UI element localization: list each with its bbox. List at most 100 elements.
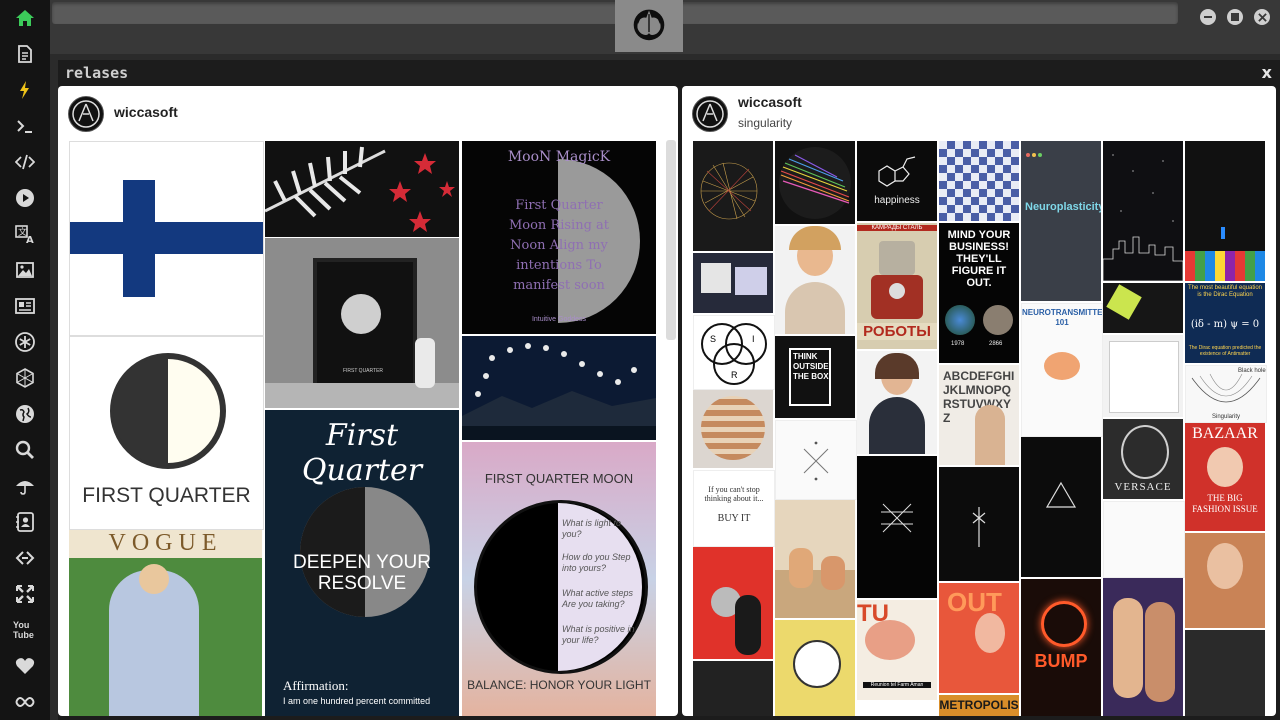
nz-flag-tile[interactable]	[265, 141, 459, 237]
globe-icon[interactable]	[13, 402, 37, 426]
sir-venn-tile[interactable]: S I R	[693, 315, 775, 390]
neurotransmitters-text: NEUROTRANSMITTERS 101	[1022, 308, 1103, 327]
chart-glyphs-tile[interactable]	[1103, 501, 1185, 578]
vogue-cover-tile[interactable]: VOGUE	[69, 530, 262, 716]
dark-sketch-tile[interactable]	[1185, 630, 1265, 716]
scrollbar[interactable]	[666, 140, 676, 340]
beach-retro-tile[interactable]	[775, 500, 855, 618]
robots-text: РОБОТЫ	[857, 323, 937, 340]
think-outside-box-tile[interactable]: THINK OUTSIDE THE BOX	[775, 336, 855, 418]
chess-board-tile[interactable]	[939, 141, 1019, 221]
newspaper-tile[interactable]	[1103, 335, 1183, 417]
vogue-portrait-tile[interactable]	[775, 226, 855, 334]
alphabet-faces-tile[interactable]: ABCDEFGHIJKLMNOPQRSTUVWXYZ	[939, 365, 1019, 465]
protest-signs-tile[interactable]	[693, 253, 773, 313]
youtube-label: You Tube	[13, 620, 34, 640]
buy-it-tile[interactable]: If you can't stop thinking about it... B…	[693, 470, 775, 547]
red-atom-tile[interactable]	[693, 547, 773, 659]
asterisk-icon[interactable]	[13, 330, 37, 354]
robots-poster-tile[interactable]: КАМРАДЫ СТАЛЬ РОБОТЫ	[857, 223, 937, 349]
minimal-x-tile[interactable]	[775, 420, 857, 500]
framed-poster-tile[interactable]: FIRST QUARTER	[265, 238, 459, 408]
first-quarter-affirmation-tile[interactable]: First Quarter DEEPEN YOUR RESOLVE Affirm…	[265, 410, 459, 716]
bump-neon-tile[interactable]: BUMP	[1021, 579, 1101, 716]
versace-text: VERSACE	[1114, 481, 1172, 493]
search-icon[interactable]	[13, 438, 37, 462]
bump-text: BUMP	[1034, 651, 1088, 671]
author-name[interactable]: wiccasoft	[114, 104, 178, 120]
symbol-dark-tile[interactable]	[939, 467, 1019, 581]
venn-i: I	[752, 334, 755, 344]
first-quarter-tile[interactable]: FIRST QUARTER	[69, 336, 264, 530]
moon-magick-tile[interactable]: MooN MagicK First Quarter Moon Rising at…	[462, 141, 656, 334]
first-quarter-moon-journal-tile[interactable]: FIRST QUARTER MOON What is light to you?…	[462, 442, 656, 716]
maximize-button[interactable]	[1227, 9, 1243, 25]
gas-mask-poster-tile[interactable]	[775, 620, 855, 716]
contact-icon[interactable]	[13, 510, 37, 534]
metropolis-tile[interactable]: METROPOLIS	[939, 695, 1019, 716]
reunion-poster-tile[interactable]: TU Reunion tel Farm Aman	[857, 600, 937, 700]
dirac-equation: (iδ - m) ψ = 0	[1190, 319, 1260, 330]
black-hole-text: Black hole	[1238, 368, 1266, 374]
translate-icon[interactable]: 文A	[13, 222, 37, 246]
expand-icon[interactable]	[13, 582, 37, 606]
author-name[interactable]: wiccasoft	[738, 94, 802, 110]
bazaar-text: BAZAAR	[1192, 425, 1258, 442]
year-a: 1978	[951, 341, 965, 347]
happiness-molecule-tile[interactable]: happiness	[857, 141, 937, 221]
sidebar: 文A You Tube	[0, 0, 50, 720]
avatar[interactable]	[692, 96, 728, 132]
metropolis-text: METROPOLIS	[939, 698, 1019, 712]
redhead-portrait-tile[interactable]	[1185, 533, 1265, 628]
venn-r: R	[731, 370, 738, 380]
lightning-icon[interactable]	[13, 78, 37, 102]
panel-title: relases	[65, 64, 129, 82]
dark-lines-tile[interactable]	[857, 456, 937, 598]
news-icon[interactable]	[13, 294, 37, 318]
mind-your-business-tile[interactable]: MIND YOUR BUSINESS! THEY'LL FIGURE IT OU…	[939, 223, 1019, 363]
minimize-button[interactable]	[1200, 9, 1216, 25]
out-poster-tile[interactable]: OUT	[939, 583, 1019, 693]
jupiter-tile[interactable]	[693, 390, 773, 468]
finland-flag-tile[interactable]	[69, 141, 264, 336]
woman-portrait-tile[interactable]	[857, 351, 937, 454]
play-icon[interactable]	[13, 186, 37, 210]
fashion-text: THE BIG FASHION ISSUE	[1192, 493, 1258, 514]
heart-icon[interactable]	[13, 654, 37, 678]
link-icon[interactable]	[13, 546, 37, 570]
versace-tile[interactable]: VERSACE	[1103, 419, 1183, 499]
avatar[interactable]	[68, 96, 104, 132]
document-icon[interactable]	[13, 42, 37, 66]
image-icon[interactable]	[13, 258, 37, 282]
hexagon-icon[interactable]	[13, 366, 37, 390]
night-city-tile[interactable]	[1103, 141, 1183, 281]
hexagon-tile[interactable]	[1103, 283, 1183, 333]
home-icon[interactable]	[13, 6, 37, 30]
prism-quote-tile[interactable]	[1021, 437, 1101, 577]
rainbow-lines-tile[interactable]	[775, 141, 855, 224]
bikini-photo-tile[interactable]	[1103, 578, 1183, 716]
fq-question-1: What is light to you?	[562, 518, 622, 539]
code-icon[interactable]	[13, 150, 37, 174]
chinese-poster-tile[interactable]	[693, 661, 773, 716]
rebel-alliance-icon	[633, 9, 665, 41]
bazaar-cover-tile[interactable]: BAZAAR THE BIG FASHION ISSUE	[1185, 423, 1265, 531]
fq-question-2: How do you Step into yours?	[562, 552, 631, 573]
youtube-icon[interactable]: You Tube	[13, 618, 37, 642]
dirac-equation-tile[interactable]: The most beautiful equation is the Dirac…	[1185, 283, 1265, 363]
terminal-icon[interactable]	[13, 114, 37, 138]
neurotransmitters-tile[interactable]: NEUROTRANSMITTERS 101	[1021, 303, 1103, 437]
panel-close-button[interactable]: x	[1262, 63, 1272, 82]
tetris-tile[interactable]	[1185, 141, 1265, 281]
dirac-foot: The Dirac equation predicted the existen…	[1188, 345, 1262, 357]
close-window-button[interactable]	[1254, 9, 1270, 25]
umbrella-icon[interactable]	[13, 474, 37, 498]
infinity-icon[interactable]	[13, 690, 37, 714]
fq-moon-title: FIRST QUARTER MOON	[484, 471, 634, 486]
string-art-tile[interactable]	[693, 141, 773, 251]
black-hole-tile[interactable]: Black hole Singularity	[1185, 365, 1267, 423]
neuroplasticity-tile[interactable]: Neuroplasticity	[1021, 141, 1101, 301]
rebel-logo-tab[interactable]	[615, 0, 683, 52]
moon-phases-sky-tile[interactable]	[462, 336, 656, 440]
board-subtitle[interactable]: singularity	[738, 116, 792, 130]
